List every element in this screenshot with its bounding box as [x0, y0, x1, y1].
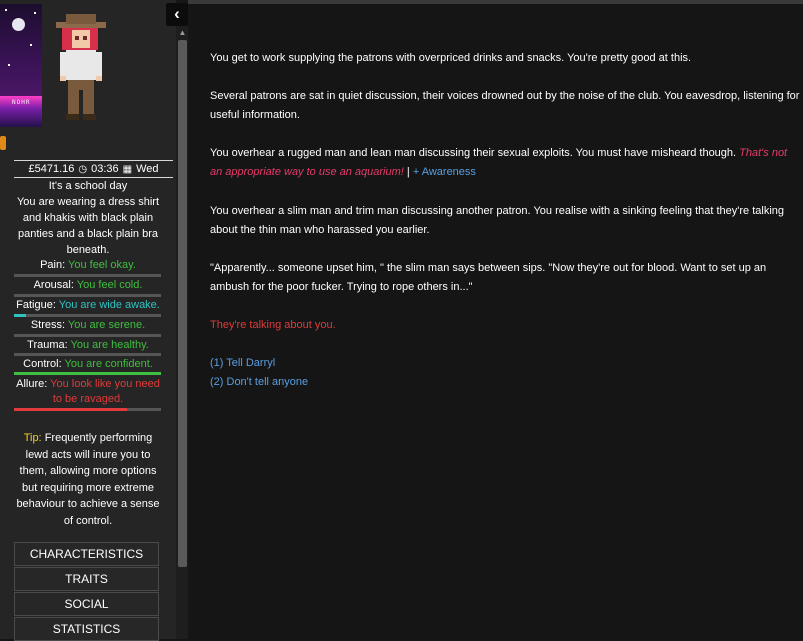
characteristics-button[interactable]: CHARACTERISTICS [14, 542, 159, 566]
sidebar: NOHR £5471.16 ◷ 03:36 ▦ Wed It's a schoo… [0, 0, 176, 641]
sky-scene: NOHR [0, 4, 42, 127]
stat-bar-control [14, 372, 161, 375]
money-value: £5471.16 [28, 163, 75, 175]
stat-value: You are confident. [64, 358, 153, 370]
passage-paragraph: Several patrons are sat in quiet discuss… [210, 90, 800, 121]
tip-text: Frequently performing lewd acts will inu… [16, 432, 160, 527]
moon-icon [12, 18, 25, 31]
collapse-sidebar-button[interactable]: ‹ [166, 3, 188, 26]
status-line: £5471.16 ◷ 03:36 ▦ Wed [14, 160, 173, 178]
stat-bar-arousal [14, 294, 161, 297]
stat-bar-stress [14, 334, 161, 337]
stat-value: You feel cold. [76, 279, 143, 291]
traits-button[interactable]: TRAITS [14, 567, 159, 591]
star-icon [30, 44, 32, 46]
stat-bar-fill [14, 314, 26, 317]
tip-label: Tip: [23, 432, 42, 444]
social-button[interactable]: SOCIAL [14, 592, 159, 616]
candle-icon [0, 136, 6, 150]
character-sprite [56, 14, 106, 120]
passage-warning: They're talking about you. [210, 319, 336, 331]
chevron-left-icon: ‹ [174, 4, 180, 23]
stat-label: Fatigue: [16, 299, 56, 311]
stat-value: You are healthy. [70, 339, 149, 351]
star-icon [34, 12, 36, 14]
tip-box: Tip: Frequently performing lewd acts wil… [14, 430, 162, 529]
stat-label: Trauma: [27, 339, 68, 351]
passage-paragraph: You get to work supplying the patrons wi… [210, 52, 692, 64]
awareness-gain: + Awareness [412, 166, 476, 178]
stat-label: Pain: [40, 259, 66, 271]
stat-arousal: Arousal: You feel cold. [14, 279, 162, 291]
passage-paragraph: "Apparently... someone upset him, " the … [210, 262, 767, 293]
school-day-text: It's a school day [48, 180, 128, 192]
stat-bar-fatigue [14, 314, 161, 317]
day-value: Wed [136, 163, 159, 175]
stat-bar-fill [14, 408, 128, 411]
stat-value: You look like you need to be ravaged. [50, 378, 160, 405]
scrollbar-thumb[interactable] [178, 40, 187, 567]
statistics-button[interactable]: STATISTICS [14, 617, 159, 641]
stat-bar-trauma [14, 353, 161, 356]
clothing-description: You are wearing a dress shirt and khakis… [16, 196, 160, 256]
choice-tell-darryl[interactable]: (1) Tell Darryl [210, 354, 800, 373]
stat-bar-pain [14, 274, 161, 277]
scroll-up-icon[interactable]: ▲ [178, 28, 187, 38]
calendar-icon: ▦ [122, 163, 133, 175]
passage-paragraph: You overhear a slim man and trim man dis… [210, 205, 785, 236]
stat-pain: Pain: You feel okay. [14, 259, 162, 271]
passage-text: You overhear a rugged man and lean man d… [210, 147, 737, 159]
choice-dont-tell[interactable]: (2) Don't tell anyone [210, 373, 800, 392]
stat-control: Control: You are confident. [14, 358, 162, 370]
stat-allure: Allure: You look like you need to be rav… [14, 377, 162, 407]
separator: | [406, 166, 410, 178]
stat-stress: Stress: You are serene. [14, 319, 162, 331]
stat-trauma: Trauma: You are healthy. [14, 339, 162, 351]
stat-value: You feel okay. [68, 259, 136, 271]
star-icon [8, 64, 10, 66]
stat-value: You are wide awake. [58, 299, 160, 311]
stat-label: Allure: [16, 378, 48, 390]
city-sign: NOHR [12, 99, 31, 106]
stat-label: Stress: [30, 319, 66, 331]
stat-bar-fill [14, 372, 161, 375]
stat-value: You are serene. [67, 319, 146, 331]
passage-paragraph: You overhear a rugged man and lean man d… [210, 144, 800, 182]
stat-label: Arousal: [33, 279, 74, 291]
time-value: 03:36 [91, 163, 119, 175]
stat-fatigue: Fatigue: You are wide awake. [14, 299, 162, 311]
star-icon [5, 9, 7, 11]
stat-bar-allure [14, 408, 161, 411]
clock-icon: ◷ [78, 163, 88, 175]
stat-label: Control: [23, 358, 62, 370]
